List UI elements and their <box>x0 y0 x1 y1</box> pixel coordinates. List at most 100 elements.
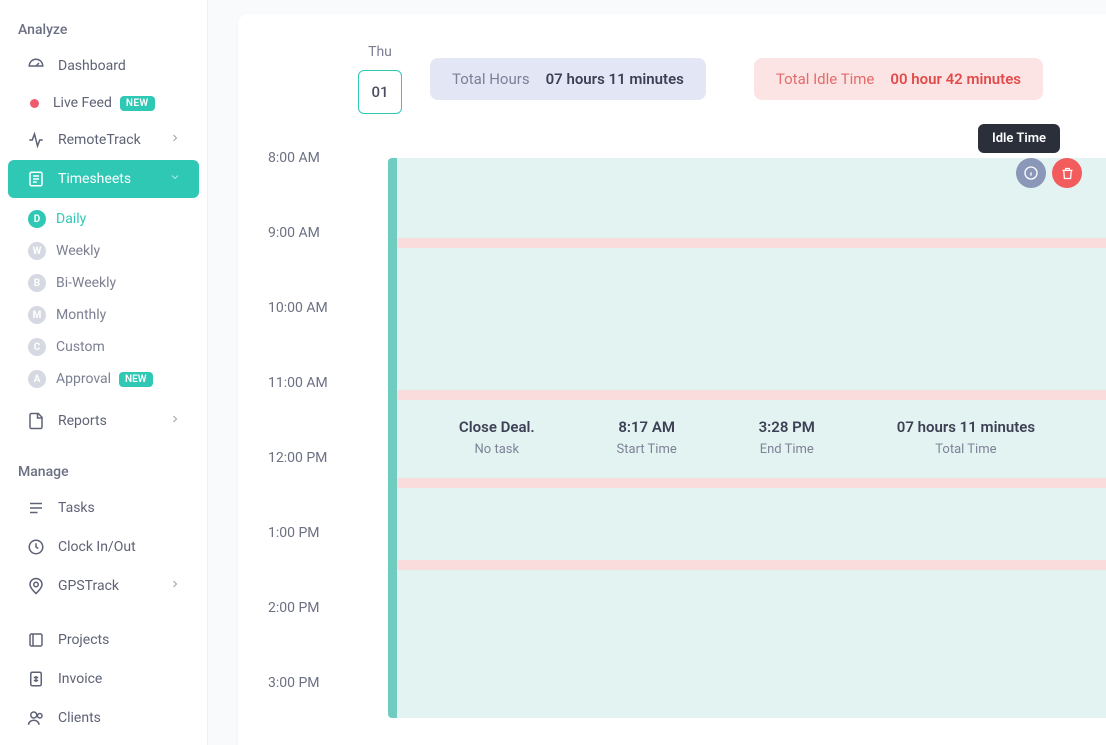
subnav-bullet: A <box>28 370 46 388</box>
idle-band <box>397 238 1106 248</box>
detail-start-label: Start Time <box>617 442 677 457</box>
delete-button[interactable] <box>1052 158 1082 188</box>
time-label: 12:00 PM <box>258 450 348 466</box>
subnav-approval[interactable]: A Approval NEW <box>0 363 207 395</box>
day-number: 01 <box>358 70 402 114</box>
idle-band <box>397 560 1106 570</box>
chevron-right-icon <box>169 578 181 594</box>
subnav-bullet: M <box>28 306 46 324</box>
subnav-biweekly[interactable]: B Bi-Weekly <box>0 267 207 299</box>
location-icon <box>26 576 46 596</box>
subnav-bullet: B <box>28 274 46 292</box>
detail-total-value: 07 hours 11 minutes <box>897 418 1035 436</box>
subnav-label: Approval <box>56 371 111 387</box>
badge-new: NEW <box>119 372 153 387</box>
timesheet-card: Thu 01 Total Hours 07 hours 11 minutes T… <box>238 14 1106 745</box>
nav-label: Invoice <box>58 671 102 687</box>
nav-label: Timesheets <box>58 171 131 187</box>
time-label: 2:00 PM <box>258 600 348 616</box>
folder-icon <box>26 630 46 650</box>
nav-label: Reports <box>58 413 107 429</box>
nav-label: Dashboard <box>58 58 126 74</box>
nav-dashboard[interactable]: Dashboard <box>8 47 199 85</box>
detail-project-name: Close Deal. <box>459 418 535 436</box>
idle-tooltip: Idle Time <box>978 124 1060 153</box>
list-icon <box>26 498 46 518</box>
subnav-daily[interactable]: D Daily <box>0 203 207 235</box>
entry-detail-row: Close Deal. No task 8:17 AM Start Time 3… <box>418 418 1076 457</box>
nav-reports[interactable]: Reports <box>8 402 199 440</box>
time-label: 8:00 AM <box>258 150 348 166</box>
main: Thu 01 Total Hours 07 hours 11 minutes T… <box>208 0 1106 745</box>
nav-label: Clients <box>58 710 101 726</box>
total-idle-label: Total Idle Time <box>776 70 875 88</box>
subnav-monthly[interactable]: M Monthly <box>0 299 207 331</box>
nav-tasks[interactable]: Tasks <box>8 489 199 527</box>
subnav-label: Monthly <box>56 307 106 323</box>
time-label: 1:00 PM <box>258 525 348 541</box>
section-manage: Manage <box>0 454 207 488</box>
info-icon <box>1023 165 1039 181</box>
nav-label: GPSTrack <box>58 578 119 594</box>
subnav-weekly[interactable]: W Weekly <box>0 235 207 267</box>
subnav-bullet: W <box>28 242 46 260</box>
gauge-icon <box>26 56 46 76</box>
nav-invoice[interactable]: Invoice <box>8 660 199 698</box>
idle-band <box>397 390 1106 400</box>
clock-icon <box>26 537 46 557</box>
chevron-right-icon <box>169 413 181 429</box>
subnav-bullet: D <box>28 210 46 228</box>
chevron-right-icon <box>169 132 181 148</box>
time-track[interactable]: Close Deal. No task 8:17 AM Start Time 3… <box>388 158 1106 718</box>
time-label: 9:00 AM <box>258 225 348 241</box>
subnav-custom[interactable]: C Custom <box>0 331 207 363</box>
users-icon <box>26 708 46 728</box>
nav-clockinout[interactable]: Clock In/Out <box>8 528 199 566</box>
nav-label: Projects <box>58 632 109 648</box>
chevron-down-icon <box>169 171 181 187</box>
invoice-icon <box>26 669 46 689</box>
detail-task: No task <box>459 442 535 457</box>
total-hours-pill: Total Hours 07 hours 11 minutes <box>430 58 706 100</box>
timesheet-icon <box>26 169 46 189</box>
time-label: 3:00 PM <box>258 675 348 691</box>
detail-start-value: 8:17 AM <box>617 418 677 436</box>
info-button[interactable] <box>1016 158 1046 188</box>
nav-gpstrack[interactable]: GPSTrack <box>8 567 199 605</box>
badge-new: NEW <box>120 96 155 111</box>
nav-projects[interactable]: Projects <box>8 621 199 659</box>
nav-label: RemoteTrack <box>58 132 141 148</box>
total-idle-pill: Total Idle Time 00 hour 42 minutes <box>754 58 1043 100</box>
total-hours-value: 07 hours 11 minutes <box>546 70 684 88</box>
nav-label: Live Feed <box>53 95 112 111</box>
day-selector[interactable]: Thu 01 <box>358 44 402 114</box>
day-name: Thu <box>358 44 402 60</box>
subnav-label: Bi-Weekly <box>56 275 116 291</box>
nav-label: Clock In/Out <box>58 539 136 555</box>
nav-clients[interactable]: Clients <box>8 699 199 737</box>
section-analyze: Analyze <box>0 12 207 46</box>
detail-project: Close Deal. No task <box>459 418 535 457</box>
file-icon <box>26 411 46 431</box>
subnav-label: Daily <box>56 211 86 227</box>
time-label: 11:00 AM <box>258 375 348 391</box>
nav-remotetrack[interactable]: RemoteTrack <box>8 121 199 159</box>
nav-live-feed[interactable]: Live Feed NEW <box>8 86 199 120</box>
time-axis: 8:00 AM 9:00 AM 10:00 AM 11:00 AM 12:00 … <box>258 138 358 718</box>
detail-total-label: Total Time <box>897 442 1035 457</box>
trash-icon <box>1060 166 1075 181</box>
timeline: 8:00 AM 9:00 AM 10:00 AM 11:00 AM 12:00 … <box>268 138 1106 718</box>
detail-end: 3:28 PM End Time <box>759 418 815 457</box>
subnav-bullet: C <box>28 338 46 356</box>
sidebar: Analyze Dashboard Live Feed NEW RemoteTr… <box>0 0 208 745</box>
subnav-label: Custom <box>56 339 105 355</box>
detail-total: 07 hours 11 minutes Total Time <box>897 418 1035 457</box>
activity-icon <box>26 130 46 150</box>
total-hours-label: Total Hours <box>452 70 530 88</box>
live-dot-icon <box>30 99 39 108</box>
subnav-label: Weekly <box>56 243 100 259</box>
nav-label: Tasks <box>58 500 95 516</box>
total-idle-value: 00 hour 42 minutes <box>890 70 1021 88</box>
nav-timesheets[interactable]: Timesheets <box>8 160 199 198</box>
detail-start: 8:17 AM Start Time <box>617 418 677 457</box>
